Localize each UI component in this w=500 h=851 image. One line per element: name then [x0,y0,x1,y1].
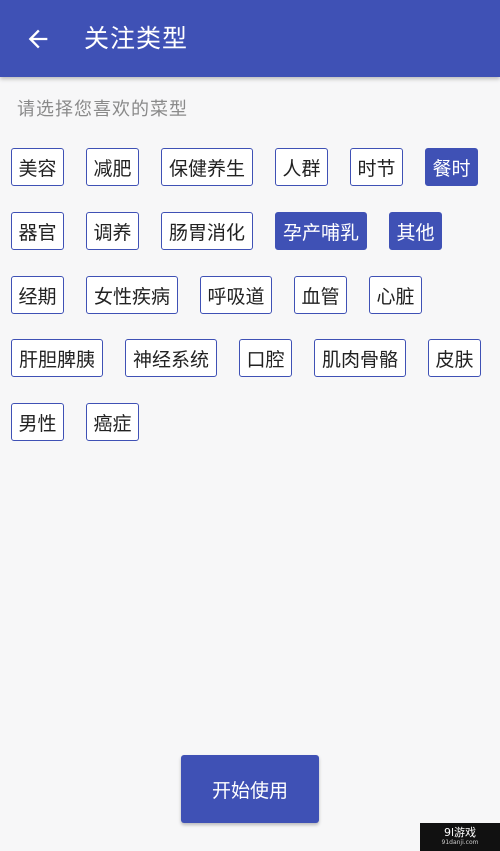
tag-health-care[interactable]: 保健养生 [161,148,253,186]
tag-pregnancy[interactable]: 孕产哺乳 [275,212,367,250]
tag-musculoskeletal[interactable]: 肌肉骨骼 [314,339,406,377]
start-button[interactable]: 开始使用 [181,755,319,823]
tag-heart[interactable]: 心脏 [369,276,422,314]
tag-male[interactable]: 男性 [11,403,64,441]
tag-oral[interactable]: 口腔 [239,339,292,377]
tag-female-disease[interactable]: 女性疾病 [86,276,178,314]
tag-other[interactable]: 其他 [389,212,442,250]
watermark-url: 91danji.com [441,839,479,846]
tag-meal-time[interactable]: 餐时 [425,148,478,186]
page-title: 关注类型 [84,24,189,53]
selection-prompt: 请选择您喜欢的菜型 [17,99,188,120]
tag-blood-vessel[interactable]: 血管 [294,276,347,314]
watermark-text: 9l游戏 [443,826,477,839]
back-button[interactable] [18,20,58,58]
tag-digestion[interactable]: 肠胃消化 [161,212,253,250]
tag-nervous-system[interactable]: 神经系统 [125,339,217,377]
tag-liver-pancreas[interactable]: 肝胆脾胰 [11,339,103,377]
tag-cancer[interactable]: 癌症 [86,403,139,441]
arrow-back-icon [28,29,48,49]
app-bar: 关注类型 [0,0,500,77]
tag-season[interactable]: 时节 [350,148,403,186]
tag-menstrual[interactable]: 经期 [11,276,64,314]
tag-skin[interactable]: 皮肤 [428,339,481,377]
tag-crowd[interactable]: 人群 [275,148,328,186]
tag-respiratory[interactable]: 呼吸道 [200,276,272,314]
tag-organ[interactable]: 器官 [11,212,64,250]
watermark-logo: 9l游戏 91danji.com [420,823,500,851]
tag-weight-loss[interactable]: 减肥 [86,148,139,186]
tag-recuperation[interactable]: 调养 [86,212,139,250]
tag-beauty[interactable]: 美容 [11,148,64,186]
